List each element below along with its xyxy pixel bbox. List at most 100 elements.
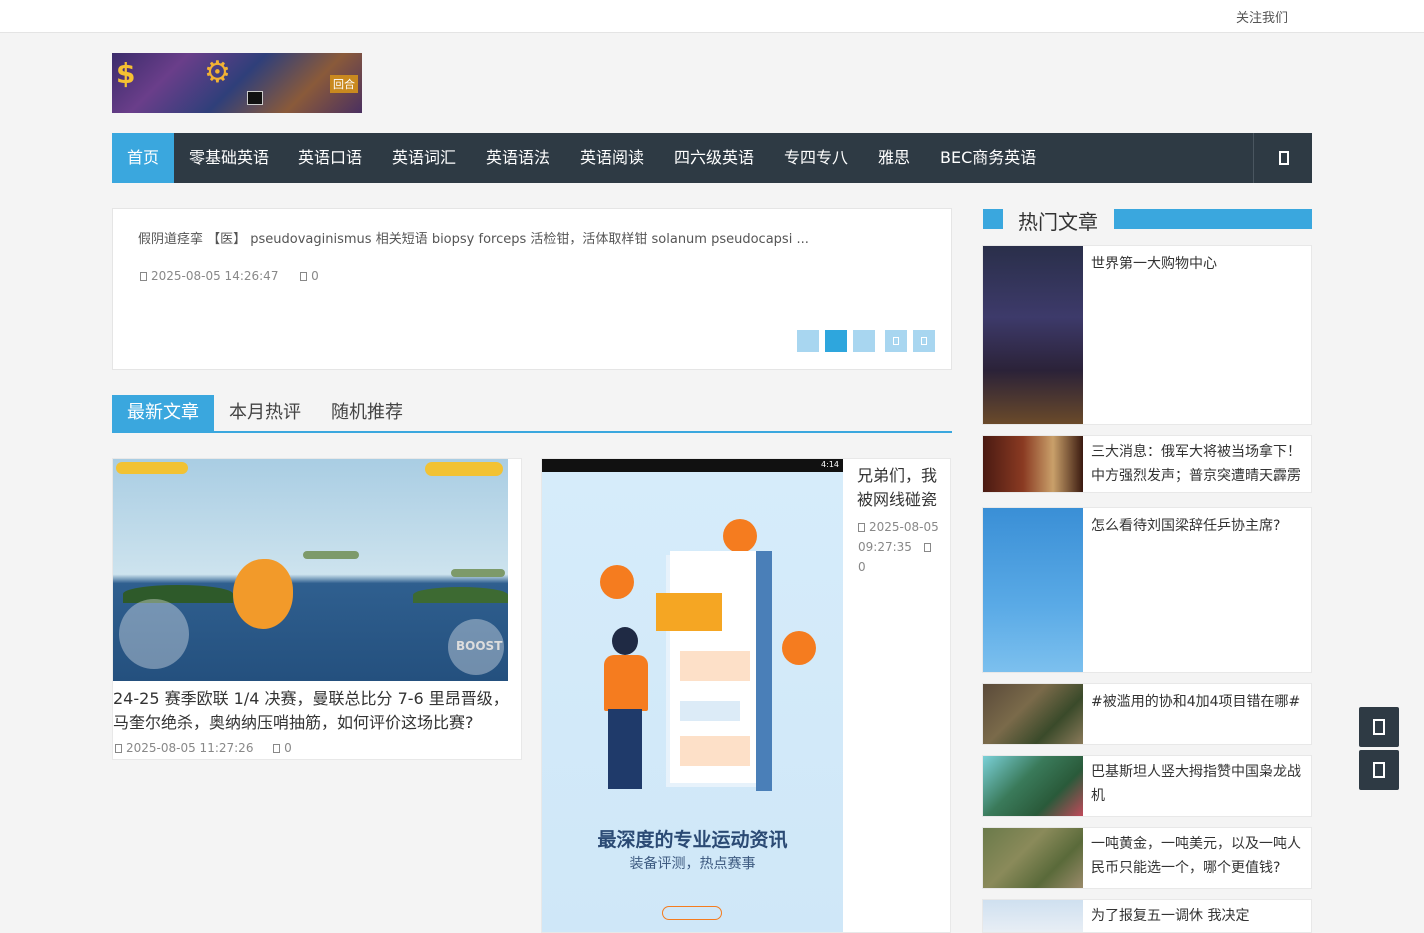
joystick-shape [119, 599, 189, 669]
comment-icon [923, 543, 931, 552]
nav-item-reading[interactable]: 英语阅读 [565, 133, 659, 183]
nav-item-home[interactable]: 首页 [112, 133, 175, 183]
slider-dot[interactable] [853, 330, 875, 352]
nav-item-vocabulary[interactable]: 英语词汇 [377, 133, 471, 183]
image-subcaption: 装备评测，热点赛事 [629, 856, 756, 872]
post-title[interactable]: 24-25 赛季欧联 1/4 决赛，曼联总比分 7-6 里昂晋级，马奎尔绝杀，奥… [113, 687, 518, 735]
hot-article-title[interactable]: 世界第一大购物中心 [1091, 252, 1306, 276]
island-shape [123, 585, 233, 603]
post-card[interactable]: BOOST 24-25 赛季欧联 1/4 决赛，曼联总比分 7-6 里昂晋级，马… [112, 458, 522, 760]
document-illustration [656, 551, 768, 783]
image-button-shape [662, 906, 722, 920]
clock-icon [858, 523, 865, 532]
share-icon [1373, 719, 1385, 735]
fish-shape [233, 559, 293, 629]
site-logo[interactable]: $ ⚙ 回合 [112, 53, 362, 113]
hot-article-title[interactable]: 怎么看待刘国梁辞任乒协主席? [1091, 514, 1306, 538]
plane-shape [451, 569, 505, 577]
hot-article-title[interactable]: 为了报复五一调休 我决定 [1091, 904, 1306, 928]
hot-article-title[interactable]: 一吨黄金，一吨美元，以及一吨人民币只能选一个，哪个更值钱? [1091, 832, 1306, 880]
slider-date: 2025-08-05 14:26:47 [151, 269, 279, 283]
document-spine [756, 551, 772, 791]
hot-article-thumbnail[interactable] [983, 508, 1083, 672]
logo-tag: 回合 [330, 75, 358, 93]
hot-article-item[interactable]: 怎么看待刘国梁辞任乒协主席? [982, 507, 1312, 673]
prev-icon [893, 337, 899, 345]
gear-icon: ⚙ [204, 55, 231, 90]
post-meta: 2025-08-05 11:27:26 0 [115, 741, 292, 755]
phone-status-bar: 4:14 [542, 459, 843, 472]
heading-bar [1114, 209, 1312, 229]
post-thumbnail[interactable]: BOOST [113, 459, 508, 681]
hot-article-item[interactable]: #被滥用的协和4加4项目错在哪# [982, 683, 1312, 745]
search-icon [1279, 151, 1289, 165]
nav-item-bec[interactable]: BEC商务英语 [925, 133, 1051, 183]
person-head-shape [612, 627, 638, 655]
hot-article-thumbnail[interactable] [983, 684, 1083, 744]
slider-prev-button[interactable] [885, 330, 907, 352]
next-icon [921, 337, 927, 345]
follow-us-link[interactable]: 关注我们 [1236, 7, 1288, 26]
hot-article-item[interactable]: 三大消息：俄军大将被当场拿下！中方强烈发声；普京突遭晴天霹雳 [982, 435, 1312, 493]
shoe-bubble-icon [723, 519, 757, 553]
sidebar-heading: 热门文章 [983, 207, 1312, 234]
content-block [680, 736, 750, 766]
hot-article-title[interactable]: #被滥用的协和4加4项目错在哪# [1091, 690, 1306, 714]
tab-latest[interactable]: 最新文章 [112, 395, 214, 431]
nav-item-spoken-english[interactable]: 英语口语 [283, 133, 377, 183]
hot-article-thumbnail[interactable] [983, 436, 1083, 492]
nav-item-cet[interactable]: 四六级英语 [659, 133, 769, 183]
back-to-top-button[interactable] [1359, 750, 1399, 790]
nav-item-beginner-english[interactable]: 零基础英语 [174, 133, 284, 183]
comment-icon [300, 272, 308, 281]
sidebar-heading-label: 热门文章 [1018, 210, 1098, 234]
hot-article-thumbnail[interactable] [983, 756, 1083, 816]
post-date: 2025-08-05 11:27:26 [126, 741, 254, 755]
boost-label: BOOST [456, 639, 503, 653]
search-button[interactable] [1253, 133, 1312, 183]
image-icon [656, 593, 722, 631]
image-caption: 最深度的专业运动资讯 [597, 829, 788, 851]
status-time: 4:14 [821, 460, 839, 469]
plane-shape [303, 551, 359, 559]
person-legs-shape [608, 709, 642, 789]
island-shape [413, 587, 508, 603]
hot-article-item[interactable]: 一吨黄金，一吨美元，以及一吨人民币只能选一个，哪个更值钱? [982, 827, 1312, 889]
hot-article-thumbnail[interactable] [983, 900, 1083, 932]
share-button[interactable] [1359, 707, 1399, 747]
top-bar: 关注我们 [0, 0, 1424, 33]
slider-next-button[interactable] [913, 330, 935, 352]
post-comments: 0 [284, 741, 292, 755]
hot-article-item[interactable]: 世界第一大购物中心 [982, 245, 1312, 425]
tab-monthly-hot[interactable]: 本月热评 [214, 395, 316, 431]
tab-random[interactable]: 随机推荐 [316, 395, 418, 431]
nav-item-ielts[interactable]: 雅思 [863, 133, 925, 183]
article-tabs: 最新文章 本月热评 随机推荐 [112, 395, 952, 433]
hot-article-item[interactable]: 为了报复五一调休 我决定 [982, 899, 1312, 933]
heading-square-icon [983, 209, 1003, 229]
content-block [680, 701, 740, 721]
hot-article-title[interactable]: 三大消息：俄军大将被当场拿下！中方强烈发声；普京突遭晴天霹雳 [1091, 440, 1306, 488]
hot-article-item[interactable]: 巴基斯坦人竖大拇指赞中国枭龙战机 [982, 755, 1312, 817]
post-card[interactable]: 4:14 最深度的专业运动资讯 装备评测，热点赛事 兄弟们，我被网线碰瓷 202… [541, 458, 951, 933]
clock-icon [115, 744, 122, 753]
slider-dot[interactable] [797, 330, 819, 352]
hot-article-thumbnail[interactable] [983, 828, 1083, 888]
slider-meta: 2025-08-05 14:26:47 0 [140, 269, 319, 283]
slider-text[interactable]: 假阴道痉挛 【医】 pseudovaginismus 相关短语 biopsy f… [138, 228, 809, 247]
nav-item-grammar[interactable]: 英语语法 [471, 133, 565, 183]
slider-dot-active[interactable] [825, 330, 847, 352]
hot-article-title[interactable]: 巴基斯坦人竖大拇指赞中国枭龙战机 [1091, 760, 1306, 808]
post-thumbnail[interactable]: 4:14 最深度的专业运动资讯 装备评测，热点赛事 [542, 459, 843, 932]
comment-icon [273, 744, 281, 753]
hot-article-thumbnail[interactable] [983, 246, 1083, 424]
arrow-up-icon [1373, 762, 1385, 778]
game-hud-score [425, 462, 503, 476]
stage-screen-icon [247, 91, 263, 105]
watch-bubble-icon [782, 631, 816, 665]
post-title[interactable]: 兄弟们，我被网线碰瓷 [857, 464, 945, 512]
game-hud-bar [116, 462, 188, 474]
featured-slider: 假阴道痉挛 【医】 pseudovaginismus 相关短语 biopsy f… [112, 208, 952, 370]
nav-item-tem[interactable]: 专四专八 [769, 133, 863, 183]
content-block [680, 651, 750, 681]
